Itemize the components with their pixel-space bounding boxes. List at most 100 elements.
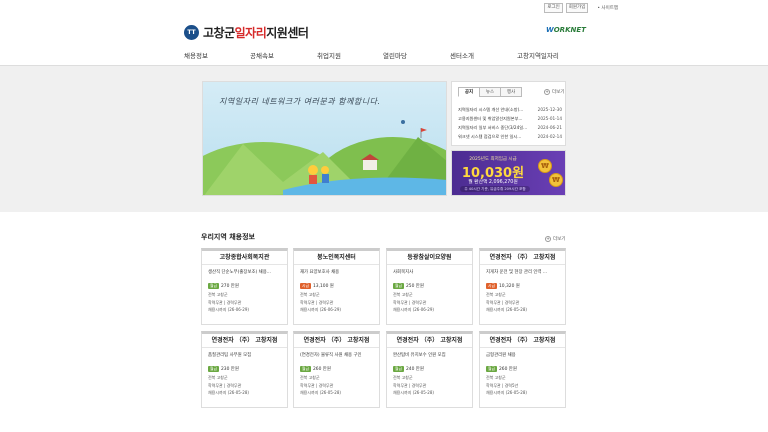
job-card-company: 연경전자 （주） 고창지점 (387, 334, 472, 348)
tab-news[interactable]: 뉴스 (479, 87, 501, 97)
job-card[interactable]: 연경전자 （주） 고창지점 금형관리원 채용 월급 260 만원 전북 고창군 학력무관 … (479, 331, 566, 408)
job-card-pay: 월급 230 만원 (202, 361, 287, 374)
notice-item-date: 2025-12-30 (537, 107, 562, 112)
main-banner[interactable]: 지역일자리 네트워크가 여러분과 함께합니다. (202, 81, 447, 196)
job-card[interactable]: 봉노인복지센터 재가 요양보호사 채용 시급 13,100 원 전북 고창군 학력무관 |… (293, 248, 380, 325)
job-card-deadline: 채용시까지 (26-06-29) (393, 307, 434, 312)
job-card-title: 생산직 단순노무(출장보조) 채용... (208, 270, 271, 275)
notice-item[interactable]: 지역일자리 일부 서비스 중단(3/24일... 2024-06-21 (458, 123, 562, 132)
site-title: 고창군일자리지원센터 (203, 24, 309, 41)
notice-tabs: 공지 뉴스 행사 (458, 87, 522, 97)
minimum-wage-banner[interactable]: 2025년도 최저임금 시급 10,030원 월 환산액 2,096,270원 … (451, 150, 566, 196)
worknet-logo-rest: ORKNET (553, 26, 586, 34)
job-card-deadline: 채용시까지 (26-05-28) (486, 307, 527, 312)
jobs-more-label: 더보기 (553, 237, 566, 242)
nav-local-jobs[interactable]: 고창지역일자리 (517, 50, 559, 60)
job-card[interactable]: 연경전자 （주） 고창지점 지게차 운전 및 현장 관리 인력 ... 시급 10,3… (479, 248, 566, 325)
tab-notice[interactable]: 공지 (458, 87, 480, 97)
job-card-pay: 월급 240 만원 (387, 361, 472, 374)
job-card-company: 등광참살이요양원 (387, 251, 472, 265)
plus-icon: + (545, 236, 551, 242)
job-card-title: 품질관리팀 사무원 모집 (208, 353, 252, 358)
job-card-region: 전북 고창군 (208, 375, 228, 380)
job-card-condition: 학력무관 | 경력무관 (300, 382, 334, 388)
nav-open-forum[interactable]: 열린마당 (383, 50, 407, 60)
job-card-deadline: 채용시까지 (26-06-29) (300, 307, 341, 312)
banner-slogan: 지역일자리 네트워크가 여러분과 함께합니다. (219, 97, 381, 106)
pay-type-badge: 월급 (393, 366, 404, 372)
job-card-title: 지게차 운전 및 현장 관리 인력 ... (486, 270, 548, 275)
job-card-condition: 학력무관 | 경력무관 (393, 299, 427, 305)
nav-center-intro[interactable]: 센터소개 (450, 50, 474, 60)
join-button[interactable]: 회원가입 (565, 3, 589, 13)
job-card-company: 연경전자 （주） 고창지점 (480, 334, 565, 348)
site-title-pre: 고창군 (203, 26, 235, 40)
notice-board: 공지 뉴스 행사 + 더보기 지역일자리 시스템 개선 안내(소방)... 202… (451, 81, 566, 146)
notice-item-title: 지역일자리 시스템 개선 안내(소방)... (458, 107, 524, 112)
top-utility-bar: 로그인 회원가입 • 사이트맵 (0, 0, 768, 16)
nav-jobs[interactable]: 채용정보 (184, 50, 208, 60)
job-card-pay: 월급 250 만원 (387, 278, 472, 291)
job-card-title: 재가 요양보호사 채용 (300, 270, 340, 275)
coin-icon: ₩ (549, 173, 563, 187)
notice-more-link[interactable]: + 더보기 (544, 89, 564, 95)
pay-type-badge: 월급 (393, 283, 404, 289)
sitemap-link[interactable]: • 사이트맵 (597, 5, 618, 11)
notice-list: 지역일자리 시스템 개선 안내(소방)... 2025-12-30 고용지원센터 … (458, 105, 562, 141)
worknet-logo-w: W (546, 26, 554, 34)
job-card-pay: 월급 270 만원 (202, 278, 287, 291)
worknet-logo[interactable]: WORKNET (546, 26, 586, 34)
site-logo[interactable]: TT 고창군일자리지원센터 (184, 24, 309, 41)
pay-type-badge: 월급 (208, 366, 219, 372)
nav-open-recruit[interactable]: 공채속보 (250, 50, 274, 60)
notice-item[interactable]: 고용지원센터 및 취업알선지원본부... 2025-01-14 (458, 114, 562, 123)
job-card-title: 완산탑비 유지보수 인원 모집 (393, 353, 446, 358)
job-card-title: (연경전자) 물류직 사원 채용 구인 (300, 353, 362, 358)
job-card[interactable]: 연경전자 （주） 고창지점 품질관리팀 사무원 모집 월급 230 만원 전북 고창군 학… (201, 331, 288, 408)
notice-item-date: 2024-06-21 (537, 125, 562, 130)
job-card-company: 고창종합사회복지관 (202, 251, 287, 265)
job-card-deadline: 채용시까지 (26-05-28) (393, 390, 434, 395)
pay-amount: 10,320 원 (499, 284, 520, 289)
county-emblem-icon: TT (184, 25, 199, 40)
job-card-company: 봉노인복지센터 (294, 251, 379, 265)
notice-item-date: 2025-01-14 (537, 116, 562, 121)
pay-amount: 270 만원 (221, 284, 239, 289)
notice-item[interactable]: 지역일자리 시스템 개선 안내(소방)... 2025-12-30 (458, 105, 562, 114)
job-card-pay: 월급 260 만원 (480, 361, 565, 374)
job-card-company: 연경전자 （주） 고창지점 (202, 334, 287, 348)
tab-events[interactable]: 행사 (500, 87, 522, 97)
pay-amount: 240 만원 (406, 367, 424, 372)
notice-item[interactable]: 워크넷 시스템 점검으로 인한 일시... 2024-02-14 (458, 132, 562, 141)
job-card-region: 전북 고창군 (300, 375, 320, 380)
pay-type-badge: 시급 (486, 283, 497, 289)
job-card[interactable]: 연경전자 （주） 고창지점 완산탑비 유지보수 인원 모집 월급 240 만원 전북 고… (386, 331, 473, 408)
main-navigation: 채용정보 공채속보 취업지원 열린마당 센터소개 고창지역일자리 (0, 48, 768, 66)
pay-type-badge: 월급 (208, 283, 219, 289)
job-card-pay: 시급 13,100 원 (294, 278, 379, 291)
job-card-pay: 월급 260 만원 (294, 361, 379, 374)
job-card-title: 사회복지사 (393, 270, 414, 275)
login-button[interactable]: 로그인 (544, 3, 563, 13)
job-card[interactable]: 연경전자 （주） 고창지점 (연경전자) 물류직 사원 채용 구인 월급 260 만원… (293, 331, 380, 408)
pay-amount: 260 만원 (313, 367, 331, 372)
job-card[interactable]: 등광참살이요양원 사회복지사 월급 250 만원 전북 고창군 학력무관 | 경력무관 채용… (386, 248, 473, 325)
notice-item-date: 2024-02-14 (537, 134, 562, 139)
jobs-more-link[interactable]: + 더보기 (545, 236, 565, 242)
job-card-region: 전북 고창군 (393, 292, 413, 297)
notice-more-label: 더보기 (552, 90, 565, 95)
job-card[interactable]: 고창종합사회복지관 생산직 단순노무(출장보조) 채용... 월급 270 만원 전북 … (201, 248, 288, 325)
notice-item-title: 고용지원센터 및 취업알선지원본부... (458, 116, 523, 121)
job-card-region: 전북 고창군 (300, 292, 320, 297)
job-card-title: 금형관리원 채용 (486, 353, 516, 358)
pay-amount: 13,100 원 (313, 284, 334, 289)
wage-note: 주 40시간 기준, 유급주휴 209시간 포함 (460, 186, 530, 192)
job-card-deadline: 채용시까지 (26-06-29) (208, 307, 249, 312)
site-title-highlight: 일자리 (234, 26, 267, 40)
pay-type-badge: 월급 (300, 366, 311, 372)
wage-monthly: 월 환산액 2,096,270원 (468, 180, 518, 185)
nav-employment-support[interactable]: 취업지원 (317, 50, 341, 60)
job-card-condition: 학력무관 | 경력무관 (393, 382, 427, 388)
pay-amount: 250 만원 (406, 284, 424, 289)
job-card-pay: 시급 10,320 원 (480, 278, 565, 291)
